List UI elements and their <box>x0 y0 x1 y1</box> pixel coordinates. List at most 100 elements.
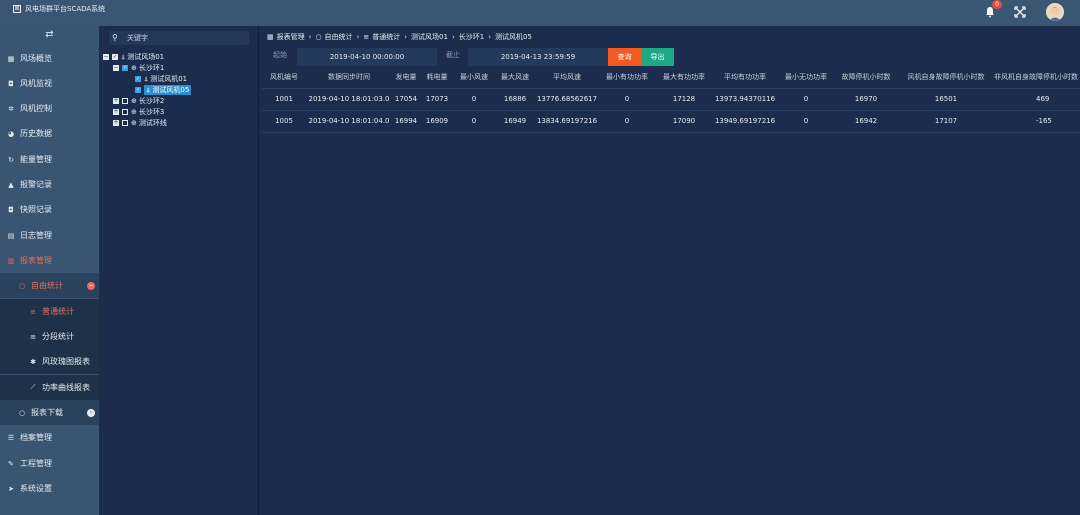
tree-checkbox[interactable]: ✓ <box>135 76 141 82</box>
collapse-icon[interactable]: − <box>103 54 109 60</box>
table-cell: 13834.69197216 <box>536 117 598 125</box>
breadcrumb-item[interactable]: 自由统计 <box>325 32 353 42</box>
column-header[interactable]: 故障停机小时数 <box>834 72 898 82</box>
tree-node-line[interactable]: − ✓ ⊕ 长沙环1 <box>113 63 164 73</box>
tree-node-line[interactable]: + ⊕ 测试环线 <box>113 118 167 128</box>
table-cell: 17107 <box>934 117 958 125</box>
sidebar-item-snapshot-records[interactable]: ◘ 快照记录 <box>0 197 99 222</box>
query-button[interactable]: 查询 <box>608 48 641 66</box>
table-cell: 16942 <box>854 117 878 125</box>
sidebar-item-archive-management[interactable]: ☰ 档案管理 <box>0 425 99 450</box>
wind-turbine-icon: ⍋ <box>144 74 149 83</box>
sidebar-item-alarm-records[interactable]: ▲ 报警记录 <box>0 172 99 197</box>
table-cell: 16886 <box>503 95 527 103</box>
expand-icon[interactable]: + <box>113 109 119 115</box>
tree-checkbox[interactable]: ✓ <box>135 87 141 93</box>
column-header[interactable]: 最小无功功率 <box>778 72 834 82</box>
breadcrumb-item[interactable]: 测试风场01 <box>411 32 448 42</box>
tree-node-line[interactable]: + ⊕ 长沙环3 <box>113 107 164 117</box>
column-header[interactable]: 非风机自身故障停机小时数 <box>994 72 1080 82</box>
tree-node-line[interactable]: + ⊕ 长沙环2 <box>113 96 164 106</box>
sidebar-item-label: 自由统计 <box>31 281 63 290</box>
sidebar-item-turbine-control[interactable]: ✲ 风机控制 <box>0 96 99 121</box>
breadcrumb-separator: › <box>308 33 312 41</box>
column-header[interactable]: 耗电量 <box>420 72 454 82</box>
tree-node-label: 长沙环2 <box>138 97 165 105</box>
sidebar-item-wind-farm-overview[interactable]: ▦ 风场概览 <box>0 46 99 71</box>
breadcrumb: ▦ 报表管理 › ○ 自由统计 › ≡ 普通统计 › 测试风场01 › 长沙环1… <box>267 30 532 44</box>
table-cell: 13973.94370116 <box>714 95 776 103</box>
tree-node-wind-farm[interactable]: − ✓ ⍋ 测试风场01 <box>103 52 164 62</box>
table-cell: 17090 <box>672 117 696 125</box>
sidebar-item-segment-statistics[interactable]: ≡ 分段统计 <box>0 324 99 349</box>
column-header[interactable]: 最小有功功率 <box>598 72 656 82</box>
sidebar-item-label: 风机监视 <box>20 79 52 88</box>
gear-icon: ✲ <box>8 104 14 113</box>
sidebar-toggle-icon[interactable]: ⇄ <box>0 26 99 44</box>
expand-icon[interactable]: › <box>87 408 95 417</box>
sidebar-item-system-settings[interactable]: ➤ 系统设置 <box>0 476 99 501</box>
sidebar-item-normal-statistics[interactable]: ≡ 普通统计 <box>0 299 99 324</box>
tree-checkbox[interactable] <box>122 98 128 104</box>
tree-checkbox[interactable]: ✓ <box>112 54 118 60</box>
breadcrumb-separator: › <box>451 33 455 41</box>
column-header[interactable]: 风机自身故障停机小时数 <box>898 72 994 82</box>
breadcrumb-item-current: 测试风机05 <box>495 33 532 41</box>
expand-icon[interactable]: + <box>113 98 119 104</box>
sidebar-item-label: 风机控制 <box>20 104 52 113</box>
table-cell: 1001 <box>275 95 293 103</box>
breadcrumb-item[interactable]: 报表管理 <box>277 32 305 42</box>
sidebar-item-turbine-monitor[interactable]: ◘ 风机监视 <box>0 71 99 96</box>
tree-checkbox[interactable]: ✓ <box>122 65 128 71</box>
tree-node-turbine-selected[interactable]: ✓ ⍋ 测试风机05 <box>135 85 192 95</box>
table-row[interactable]: 1005 2019-04-10 18:01:04.0 16994 16909 0… <box>262 117 1080 129</box>
sidebar-item-label: 系统设置 <box>20 484 52 493</box>
search-icon[interactable]: ⚲ <box>112 33 118 42</box>
start-time-input[interactable]: 2019-04-10 00:00:00 <box>297 48 437 66</box>
column-header[interactable]: 发电量 <box>392 72 420 82</box>
tree-node-turbine[interactable]: ✓ ⍋ 测试风机01 <box>135 74 187 84</box>
sidebar-item-wind-rose-report[interactable]: ✱ 风玫瑰图报表 <box>0 349 99 374</box>
tree-checkbox[interactable] <box>122 109 128 115</box>
tree-node-label: 测试风场01 <box>127 53 165 61</box>
table-cell: 0 <box>624 95 630 103</box>
sidebar-item-label: 风场概览 <box>20 54 52 63</box>
list-icon: ≡ <box>363 33 370 41</box>
tree-node-label: ⍋ 测试风机05 <box>144 85 192 95</box>
sidebar-item-project-management[interactable]: ✎ 工程管理 <box>0 451 99 476</box>
fullscreen-icon[interactable] <box>1014 6 1026 18</box>
column-header[interactable]: 风机编号 <box>262 72 306 82</box>
sidebar-item-history-data[interactable]: ◕ 历史数据 <box>0 121 99 146</box>
star-icon: ✱ <box>30 357 36 366</box>
sidebar-item-label: 普通统计 <box>42 307 74 316</box>
export-button[interactable]: 导出 <box>641 48 674 66</box>
tree-node-label: 测试风机01 <box>150 75 188 83</box>
end-time-input[interactable]: 2019-04-13 23:59:59 <box>468 48 608 66</box>
sidebar-item-energy-management[interactable]: ↻ 能量管理 <box>0 147 99 172</box>
breadcrumb-item[interactable]: 长沙环1 <box>459 32 484 42</box>
sidebar-item-report-download[interactable]: ○ 报表下载 › <box>0 400 99 425</box>
column-header[interactable]: 最大风速 <box>494 72 536 82</box>
sidebar-item-power-curve-report[interactable]: ⟋ 功率曲线报表 <box>0 375 99 400</box>
sidebar-item-free-statistics[interactable]: ○ 自由统计 − <box>0 273 99 298</box>
column-header[interactable]: 平均有功功率 <box>712 72 778 82</box>
camera-icon: ◘ <box>8 79 14 88</box>
start-time-label: 起始 <box>273 51 287 59</box>
collapse-icon[interactable]: − <box>87 281 95 290</box>
avatar[interactable] <box>1046 3 1064 21</box>
search-input[interactable] <box>127 32 245 44</box>
circle-icon: ○ <box>18 281 26 290</box>
sidebar-item-log-management[interactable]: ▤ 日志管理 <box>0 223 99 248</box>
breadcrumb-item[interactable]: 普通统计 <box>372 32 400 42</box>
collapse-icon[interactable]: − <box>113 65 119 71</box>
expand-icon[interactable]: + <box>113 120 119 126</box>
column-header[interactable]: 最小风速 <box>454 72 494 82</box>
sidebar-item-report-management[interactable]: ▥ 报表管理 <box>0 248 99 273</box>
bell-icon: ▲ <box>8 180 14 189</box>
column-header[interactable]: 数据同步时间 <box>306 72 392 82</box>
row-divider <box>262 110 1080 111</box>
tree-checkbox[interactable] <box>122 120 128 126</box>
column-header[interactable]: 平均风速 <box>536 72 598 82</box>
table-row[interactable]: 1001 2019-04-10 18:01:03.0 17054 17073 0… <box>262 95 1080 107</box>
column-header[interactable]: 最大有功功率 <box>656 72 712 82</box>
